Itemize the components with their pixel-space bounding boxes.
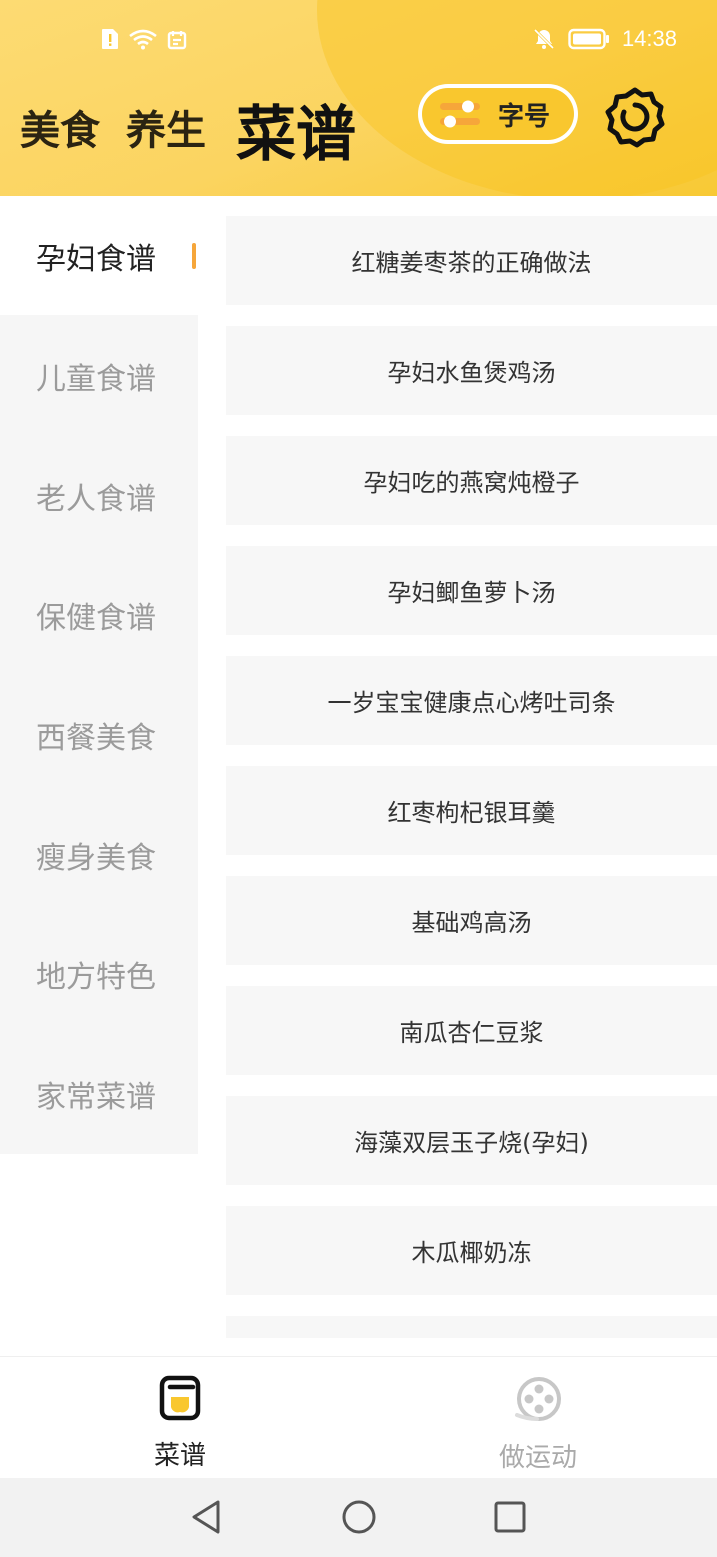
list-item[interactable]: 红糖姜枣茶的正确做法 (226, 216, 717, 305)
tab-recipes-label: 菜谱 (153, 1441, 206, 1471)
sidebar-item-children[interactable]: 儿童食谱 (0, 316, 198, 435)
list-item[interactable]: 南瓜杏仁豆浆 (226, 986, 717, 1075)
font-size-button[interactable]: 字号 (418, 84, 578, 144)
sidebar-item-western[interactable]: 西餐美食 (0, 675, 198, 794)
status-bar: 14:38 (0, 0, 717, 84)
list-item[interactable] (226, 1316, 717, 1338)
list-item[interactable]: 一岁宝宝健康点心烤吐司条 (226, 656, 717, 745)
system-navigation-bar (0, 1478, 717, 1557)
list-item[interactable]: 孕妇水鱼煲鸡汤 (226, 326, 717, 415)
tab-recipes[interactable]: 菜谱 (110, 1375, 250, 1475)
sidebar-item-label: 西餐美食 (36, 720, 156, 756)
sidebar-item-label: 瘦身美食 (36, 840, 156, 876)
page-title[interactable]: 菜谱 (236, 86, 356, 173)
mute-bell-icon (533, 28, 554, 50)
list-item[interactable]: 木瓜椰奶冻 (226, 1206, 717, 1295)
font-size-label: 字号 (498, 101, 551, 132)
list-item[interactable]: 基础鸡高汤 (226, 876, 717, 965)
recipe-book-icon (159, 1375, 201, 1421)
list-item[interactable]: 红枣枸杞银耳羹 (226, 766, 717, 855)
sidebar-item-label: 老人食谱 (36, 481, 156, 517)
sidebar-item-label: 保健食谱 (36, 600, 156, 636)
sidebar-item-label: 家常菜谱 (36, 1079, 156, 1115)
header-title-row: 美食 养生 菜谱 字号 (20, 84, 700, 174)
bottom-tab-bar: 菜谱 做运动 (0, 1356, 717, 1478)
tab-exercise[interactable]: 做运动 (468, 1375, 608, 1475)
active-indicator (192, 243, 196, 269)
tab-exercise-label: 做运动 (498, 1443, 577, 1473)
app-header: 14:38 美食 养生 菜谱 字号 (0, 0, 717, 196)
sidebar-item-elderly[interactable]: 老人食谱 (0, 436, 198, 555)
sidebar-item-label: 地方特色 (36, 959, 156, 995)
battery-icon (568, 28, 609, 50)
wifi-icon (129, 29, 157, 50)
status-right-icons: 14:38 (532, 26, 677, 52)
sidebar-item-regional[interactable]: 地方特色 (0, 914, 198, 1033)
sidebar-item-label: 儿童食谱 (36, 361, 156, 397)
slider-toggle-icon (440, 100, 480, 128)
sidebar-item-pregnant[interactable]: 孕妇食谱 (0, 196, 222, 315)
settings-gear-icon[interactable] (604, 86, 666, 148)
tab-meishi[interactable]: 美食 (20, 98, 100, 156)
font-size-button-inner: 字号 (422, 88, 574, 140)
sidebar-item-label: 孕妇食谱 (36, 241, 156, 277)
back-triangle-icon[interactable] (188, 1498, 224, 1536)
sidebar-item-slimming[interactable]: 瘦身美食 (0, 795, 198, 914)
status-time: 14:38 (621, 26, 677, 51)
tab-yangsheng[interactable]: 养生 (126, 98, 206, 156)
data-saver-icon (167, 31, 187, 50)
category-sidebar: 孕妇食谱 儿童食谱 老人食谱 保健食谱 西餐美食 瘦身美食 地方特色 家常菜谱 (0, 196, 222, 1154)
list-item[interactable]: 海藻双层玉子烧(孕妇) (226, 1096, 717, 1185)
list-item[interactable]: 孕妇鲫鱼萝卜汤 (226, 546, 717, 635)
status-left-icons (100, 28, 188, 50)
list-item[interactable]: 孕妇吃的燕窝炖橙子 (226, 436, 717, 525)
sidebar-item-homestyle[interactable]: 家常菜谱 (0, 1034, 198, 1153)
film-reel-icon (515, 1377, 561, 1421)
recipe-list[interactable]: 红糖姜枣茶的正确做法 孕妇水鱼煲鸡汤 孕妇吃的燕窝炖橙子 孕妇鲫鱼萝卜汤 一岁宝… (226, 216, 717, 1338)
recents-square-icon[interactable] (492, 1499, 528, 1535)
sidebar-item-health[interactable]: 保健食谱 (0, 555, 198, 674)
sim-card-icon (102, 29, 118, 49)
home-circle-icon[interactable] (340, 1498, 378, 1536)
